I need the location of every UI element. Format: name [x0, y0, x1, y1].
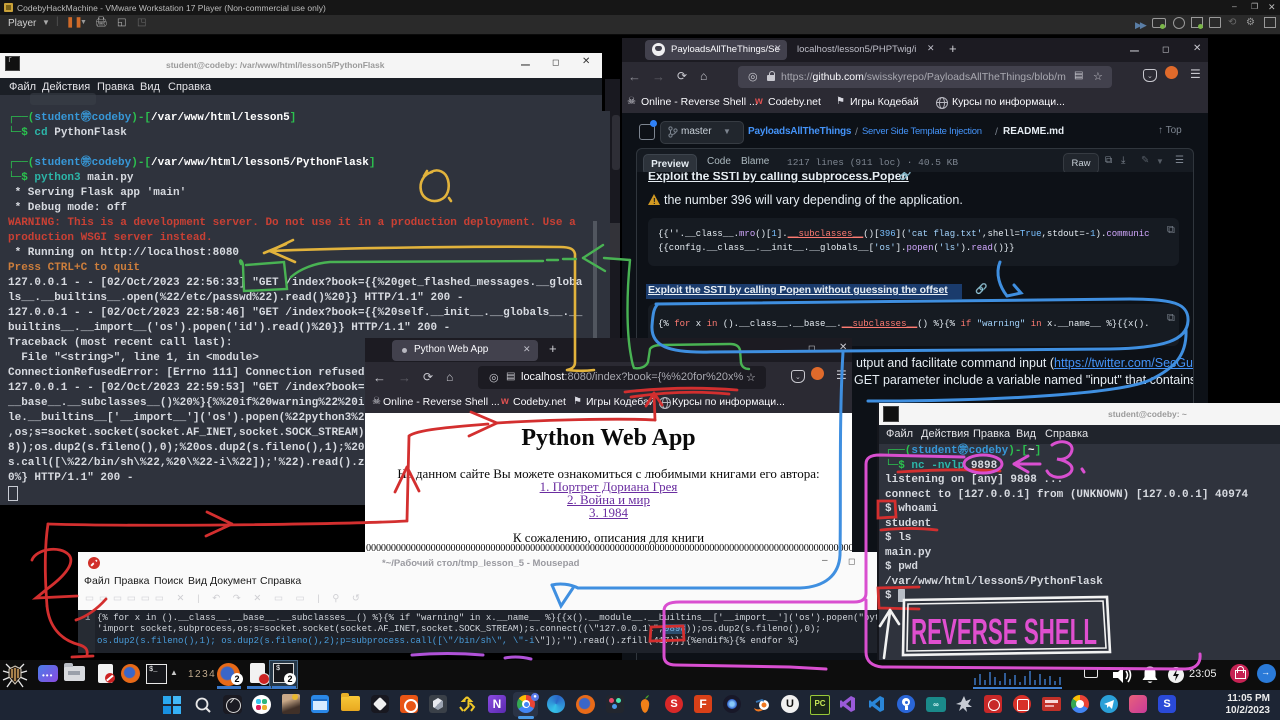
svg-text:REVERSE SHELL: REVERSE SHELL	[911, 611, 1097, 652]
